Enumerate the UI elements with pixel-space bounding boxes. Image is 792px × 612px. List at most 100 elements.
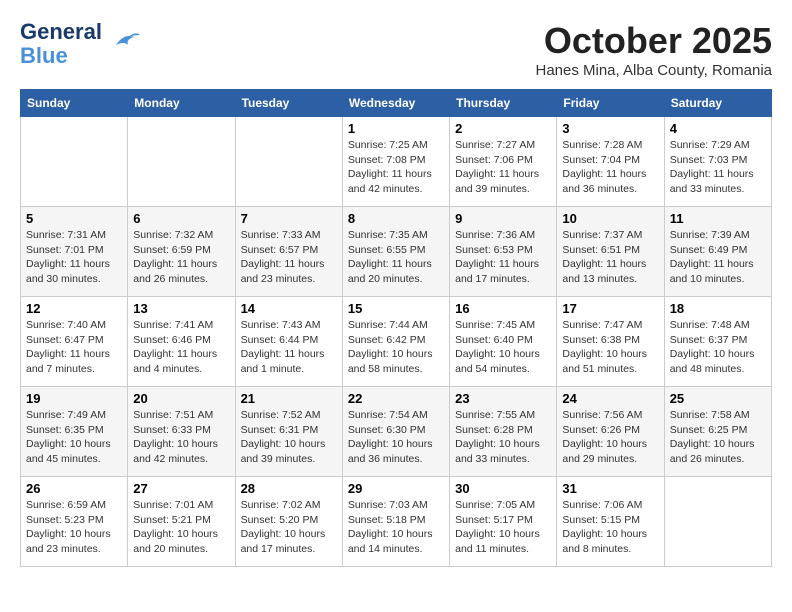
day-info: Sunrise: 7:25 AM Sunset: 7:08 PM Dayligh… — [348, 138, 444, 197]
day-number: 6 — [133, 211, 229, 226]
day-info: Sunrise: 7:56 AM Sunset: 6:26 PM Dayligh… — [562, 408, 658, 467]
calendar-cell: 25 Sunrise: 7:58 AM Sunset: 6:25 PM Dayli… — [664, 387, 771, 477]
day-number: 21 — [241, 391, 337, 406]
calendar-table: SundayMondayTuesdayWednesdayThursdayFrid… — [20, 89, 772, 567]
page-header: General Blue October 2025 Hanes Mina, Al… — [20, 20, 772, 79]
day-number: 8 — [348, 211, 444, 226]
calendar-cell: 3Sunrise: 7:28 AM Sunset: 7:04 PM Daylig… — [557, 117, 664, 207]
day-info: Sunrise: 7:40 AM Sunset: 6:47 PM Dayligh… — [26, 318, 122, 377]
calendar-cell: 9 Sunrise: 7:36 AM Sunset: 6:53 PM Daylig… — [450, 207, 557, 297]
calendar-cell — [235, 117, 342, 207]
calendar-cell: 14 Sunrise: 7:43 AM Sunset: 6:44 PM Dayli… — [235, 297, 342, 387]
calendar-week-row: 26 Sunrise: 6:59 AM Sunset: 5:23 PM Dayli… — [21, 477, 772, 567]
calendar-week-row: 19Sunrise: 7:49 AM Sunset: 6:35 PM Dayli… — [21, 387, 772, 477]
calendar-cell: 1 Sunrise: 7:25 AM Sunset: 7:08 PM Daylig… — [342, 117, 449, 207]
day-info: Sunrise: 7:06 AM Sunset: 5:15 PM Dayligh… — [562, 498, 658, 557]
day-number: 7 — [241, 211, 337, 226]
day-number: 9 — [455, 211, 551, 226]
day-number: 25 — [670, 391, 766, 406]
day-number: 14 — [241, 301, 337, 316]
day-info: Sunrise: 7:37 AM Sunset: 6:51 PM Dayligh… — [562, 228, 658, 287]
day-info: Sunrise: 7:52 AM Sunset: 6:31 PM Dayligh… — [241, 408, 337, 467]
day-number: 29 — [348, 481, 444, 496]
day-number: 26 — [26, 481, 122, 496]
calendar-cell: 20 Sunrise: 7:51 AM Sunset: 6:33 PM Dayli… — [128, 387, 235, 477]
day-number: 4 — [670, 121, 766, 136]
weekday-header-sunday: Sunday — [21, 90, 128, 117]
day-info: Sunrise: 7:41 AM Sunset: 6:46 PM Dayligh… — [133, 318, 229, 377]
day-info: Sunrise: 7:03 AM Sunset: 5:18 PM Dayligh… — [348, 498, 444, 557]
day-number: 11 — [670, 211, 766, 226]
day-number: 15 — [348, 301, 444, 316]
logo-blue: Blue — [20, 44, 102, 68]
day-info: Sunrise: 7:39 AM Sunset: 6:49 PM Dayligh… — [670, 228, 766, 287]
day-number: 17 — [562, 301, 658, 316]
month-title: October 2025 — [535, 20, 772, 62]
calendar-cell: 6 Sunrise: 7:32 AM Sunset: 6:59 PM Daylig… — [128, 207, 235, 297]
weekday-header-saturday: Saturday — [664, 90, 771, 117]
calendar-cell: 15Sunrise: 7:44 AM Sunset: 6:42 PM Dayli… — [342, 297, 449, 387]
calendar-cell: 7 Sunrise: 7:33 AM Sunset: 6:57 PM Daylig… — [235, 207, 342, 297]
calendar-cell: 5 Sunrise: 7:31 AM Sunset: 7:01 PM Daylig… — [21, 207, 128, 297]
day-info: Sunrise: 7:51 AM Sunset: 6:33 PM Dayligh… — [133, 408, 229, 467]
day-info: Sunrise: 7:43 AM Sunset: 6:44 PM Dayligh… — [241, 318, 337, 377]
calendar-week-row: 12 Sunrise: 7:40 AM Sunset: 6:47 PM Dayli… — [21, 297, 772, 387]
logo-general: General — [20, 20, 102, 44]
calendar-cell: 12 Sunrise: 7:40 AM Sunset: 6:47 PM Dayli… — [21, 297, 128, 387]
day-info: Sunrise: 7:58 AM Sunset: 6:25 PM Dayligh… — [670, 408, 766, 467]
day-number: 12 — [26, 301, 122, 316]
day-info: Sunrise: 7:33 AM Sunset: 6:57 PM Dayligh… — [241, 228, 337, 287]
day-info: Sunrise: 7:27 AM Sunset: 7:06 PM Dayligh… — [455, 138, 551, 197]
day-number: 5 — [26, 211, 122, 226]
calendar-cell: 24 Sunrise: 7:56 AM Sunset: 6:26 PM Dayli… — [557, 387, 664, 477]
calendar-cell: 17 Sunrise: 7:47 AM Sunset: 6:38 PM Dayli… — [557, 297, 664, 387]
weekday-header-tuesday: Tuesday — [235, 90, 342, 117]
day-info: Sunrise: 7:32 AM Sunset: 6:59 PM Dayligh… — [133, 228, 229, 287]
day-number: 30 — [455, 481, 551, 496]
calendar-cell: 19Sunrise: 7:49 AM Sunset: 6:35 PM Dayli… — [21, 387, 128, 477]
day-info: Sunrise: 7:28 AM Sunset: 7:04 PM Dayligh… — [562, 138, 658, 197]
day-number: 1 — [348, 121, 444, 136]
calendar-cell: 26 Sunrise: 6:59 AM Sunset: 5:23 PM Dayli… — [21, 477, 128, 567]
day-info: Sunrise: 7:35 AM Sunset: 6:55 PM Dayligh… — [348, 228, 444, 287]
day-number: 2 — [455, 121, 551, 136]
day-info: Sunrise: 6:59 AM Sunset: 5:23 PM Dayligh… — [26, 498, 122, 557]
day-info: Sunrise: 7:01 AM Sunset: 5:21 PM Dayligh… — [133, 498, 229, 557]
day-number: 20 — [133, 391, 229, 406]
day-number: 23 — [455, 391, 551, 406]
calendar-cell: 23 Sunrise: 7:55 AM Sunset: 6:28 PM Dayli… — [450, 387, 557, 477]
day-info: Sunrise: 7:54 AM Sunset: 6:30 PM Dayligh… — [348, 408, 444, 467]
day-number: 31 — [562, 481, 658, 496]
day-number: 28 — [241, 481, 337, 496]
day-info: Sunrise: 7:36 AM Sunset: 6:53 PM Dayligh… — [455, 228, 551, 287]
day-info: Sunrise: 7:05 AM Sunset: 5:17 PM Dayligh… — [455, 498, 551, 557]
day-number: 10 — [562, 211, 658, 226]
weekday-header-friday: Friday — [557, 90, 664, 117]
day-info: Sunrise: 7:29 AM Sunset: 7:03 PM Dayligh… — [670, 138, 766, 197]
calendar-cell: 10 Sunrise: 7:37 AM Sunset: 6:51 PM Dayli… — [557, 207, 664, 297]
calendar-cell — [664, 477, 771, 567]
calendar-cell: 27 Sunrise: 7:01 AM Sunset: 5:21 PM Dayli… — [128, 477, 235, 567]
day-info: Sunrise: 7:45 AM Sunset: 6:40 PM Dayligh… — [455, 318, 551, 377]
day-number: 24 — [562, 391, 658, 406]
logo-bird-icon — [106, 25, 144, 63]
calendar-cell: 16Sunrise: 7:45 AM Sunset: 6:40 PM Dayli… — [450, 297, 557, 387]
calendar-cell: 22Sunrise: 7:54 AM Sunset: 6:30 PM Dayli… — [342, 387, 449, 477]
calendar-cell — [21, 117, 128, 207]
calendar-cell: 11 Sunrise: 7:39 AM Sunset: 6:49 PM Dayli… — [664, 207, 771, 297]
logo: General Blue — [20, 20, 144, 68]
calendar-cell: 30 Sunrise: 7:05 AM Sunset: 5:17 PM Dayli… — [450, 477, 557, 567]
calendar-cell: 31 Sunrise: 7:06 AM Sunset: 5:15 PM Dayli… — [557, 477, 664, 567]
day-number: 27 — [133, 481, 229, 496]
day-info: Sunrise: 7:31 AM Sunset: 7:01 PM Dayligh… — [26, 228, 122, 287]
calendar-cell: 8 Sunrise: 7:35 AM Sunset: 6:55 PM Daylig… — [342, 207, 449, 297]
calendar-cell: 29 Sunrise: 7:03 AM Sunset: 5:18 PM Dayli… — [342, 477, 449, 567]
day-info: Sunrise: 7:55 AM Sunset: 6:28 PM Dayligh… — [455, 408, 551, 467]
day-info: Sunrise: 7:49 AM Sunset: 6:35 PM Dayligh… — [26, 408, 122, 467]
weekday-header-thursday: Thursday — [450, 90, 557, 117]
title-section: October 2025 Hanes Mina, Alba County, Ro… — [535, 20, 772, 79]
day-number: 13 — [133, 301, 229, 316]
calendar-week-row: 1 Sunrise: 7:25 AM Sunset: 7:08 PM Daylig… — [21, 117, 772, 207]
day-info: Sunrise: 7:47 AM Sunset: 6:38 PM Dayligh… — [562, 318, 658, 377]
day-number: 18 — [670, 301, 766, 316]
